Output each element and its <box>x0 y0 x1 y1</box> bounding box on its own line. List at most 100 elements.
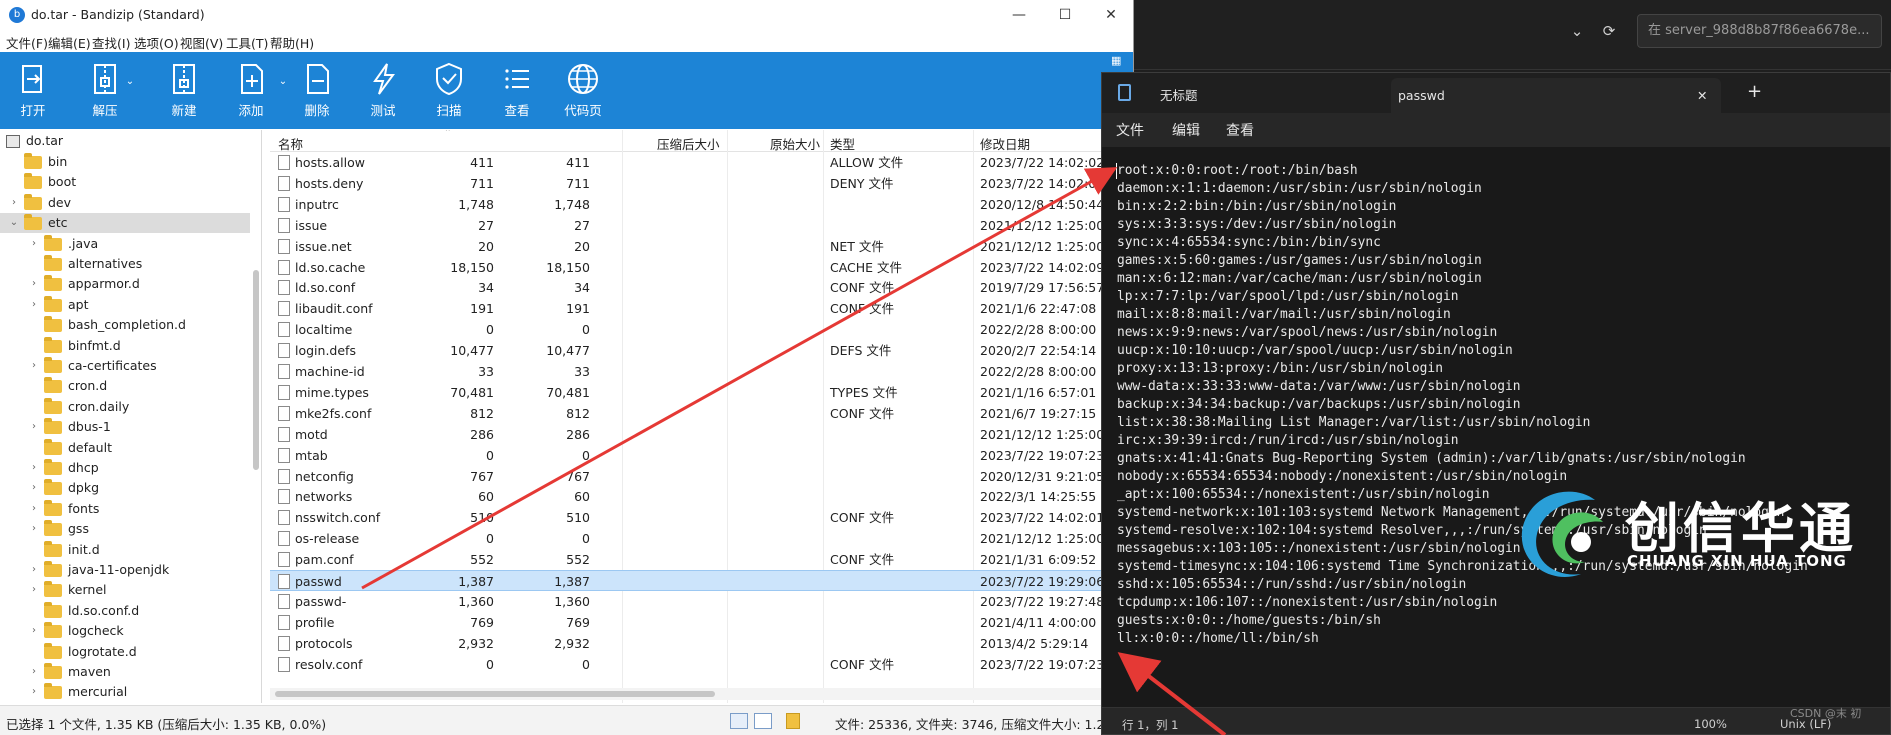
open-dropdown-icon[interactable]: ⌄ <box>123 76 137 87</box>
menu-item[interactable]: 选项(O) <box>134 33 179 52</box>
tree-item-kernel[interactable]: › kernel <box>0 580 250 600</box>
tree-item-binfmt-d[interactable]: binfmt.d <box>0 336 250 356</box>
notepad-menu-item[interactable]: 编辑 <box>1172 120 1200 140</box>
tab-untitled[interactable]: 无标题 <box>1152 78 1282 113</box>
chevron-down-icon[interactable]: ⌄ <box>1566 20 1588 42</box>
column-type[interactable]: 类型 <box>830 134 855 153</box>
toolbar-scan-shield-button[interactable]: 扫描 <box>416 60 482 126</box>
chevron-right-icon[interactable]: › <box>28 458 40 478</box>
tree-item-etc[interactable]: ⌄ etc <box>0 213 250 234</box>
tree-item-apparmor-d[interactable]: › apparmor.d <box>0 274 250 294</box>
tree-item-apt[interactable]: › apt <box>0 295 250 315</box>
tree-item-fonts[interactable]: › fonts <box>0 499 250 519</box>
file-row[interactable]: passwd 1,387 1,387 2023/7/22 19:29:06 <box>270 570 1133 591</box>
toolbar-add-file-button[interactable]: 添加 <box>218 60 284 126</box>
toolbar-codepage-globe-button[interactable]: 代码页 <box>550 60 616 126</box>
file-row[interactable]: protocols 2,932 2,932 2013/4/2 5:29:14 <box>270 633 1133 654</box>
tree-item-boot[interactable]: boot <box>0 172 250 192</box>
file-row[interactable]: nsswitch.conf 510 510 CONF 文件 2023/7/22 14:0… <box>270 507 1133 528</box>
chevron-down-icon[interactable]: ⌄ <box>8 213 20 233</box>
menu-item[interactable]: 视图(V) <box>180 33 223 52</box>
refresh-icon[interactable]: ⟳ <box>1598 20 1620 42</box>
layout-grid-icon[interactable]: ▦ <box>1111 54 1121 67</box>
tree-item-cron-daily[interactable]: cron.daily <box>0 397 250 417</box>
menu-item[interactable]: 编辑(E) <box>48 33 91 52</box>
tree-item-default[interactable]: default <box>0 438 250 458</box>
file-row[interactable]: pam.conf 552 552 CONF 文件 2021/1/31 6:09:52 <box>270 549 1133 570</box>
tree-item-dev[interactable]: › dev <box>0 193 250 213</box>
chevron-right-icon[interactable]: › <box>28 234 40 254</box>
preview-view-icon[interactable] <box>754 713 772 729</box>
chevron-right-icon[interactable]: › <box>28 560 40 580</box>
file-row[interactable]: hosts.allow 411 411 ALLOW 文件 2023/7/22 14:02… <box>270 152 1133 173</box>
tree-item-mercurial[interactable]: › mercurial <box>0 682 250 702</box>
tree-item-bash-completion-d[interactable]: bash_completion.d <box>0 315 250 335</box>
tree-item-dpkg[interactable]: › dpkg <box>0 478 250 498</box>
column-name[interactable]: 名称 <box>278 134 303 153</box>
chevron-right-icon[interactable]: › <box>28 478 40 498</box>
toolbar-view-list-button[interactable]: 查看 <box>484 60 550 126</box>
column-modified[interactable]: 修改日期 <box>980 134 1030 153</box>
tree-item-alternatives[interactable]: alternatives <box>0 254 250 274</box>
chevron-right-icon[interactable]: › <box>28 356 40 376</box>
file-row[interactable]: networks 60 60 2022/3/1 14:25:55 <box>270 486 1133 507</box>
file-row[interactable]: mke2fs.conf 812 812 CONF 文件 2021/6/7 19:27:1… <box>270 403 1133 424</box>
file-row[interactable]: login.defs 10,477 10,477 DEFS 文件 2020/2/7 22… <box>270 340 1133 361</box>
tree-item-ca-certificates[interactable]: › ca-certificates <box>0 356 250 376</box>
toolbar-extract-button[interactable]: 解压 <box>72 60 138 126</box>
file-row[interactable]: mime.types 70,481 70,481 TYPES 文件 2021/1/16 … <box>270 382 1133 403</box>
notepad-menu-item[interactable]: 查看 <box>1226 120 1254 140</box>
tree-item-gss[interactable]: › gss <box>0 519 250 539</box>
tree-item-maven[interactable]: › maven <box>0 662 250 682</box>
file-row[interactable]: ld.so.cache 18,150 18,150 CACHE 文件 2023/7/22… <box>270 257 1133 278</box>
minimize-icon[interactable]: — <box>1005 4 1033 26</box>
tree-item-logcheck[interactable]: › logcheck <box>0 621 250 641</box>
tree-item-bin[interactable]: bin <box>0 152 250 172</box>
file-row[interactable]: localtime 0 0 2022/2/28 8:00:00 <box>270 319 1133 340</box>
text-editor[interactable]: root:x:0:0:root:/root:/bin/bash daemon:x:… <box>1102 147 1890 707</box>
chevron-right-icon[interactable]: › <box>28 621 40 641</box>
file-row[interactable]: issue 27 27 2021/12/12 1:25:00 <box>270 215 1133 236</box>
menu-item[interactable]: 工具(T) <box>226 33 268 52</box>
menu-item[interactable]: 帮助(H) <box>270 33 314 52</box>
chevron-right-icon[interactable]: › <box>8 193 20 213</box>
close-tab-icon[interactable]: ✕ <box>1697 78 1707 113</box>
scrollbar-thumb[interactable] <box>275 691 715 697</box>
folder-view-icon[interactable] <box>786 713 800 729</box>
file-row[interactable]: libaudit.conf 191 191 CONF 文件 2021/1/6 22:47… <box>270 298 1133 319</box>
file-row[interactable]: resolv.conf 0 0 CONF 文件 2023/7/22 19:07:23 <box>270 654 1133 675</box>
file-row[interactable]: ld.so.conf 34 34 CONF 文件 2019/7/29 17:56:57 <box>270 277 1133 298</box>
tree-scrollbar[interactable] <box>253 270 259 470</box>
horizontal-scrollbar[interactable] <box>270 688 1133 700</box>
tab-passwd[interactable]: passwd ✕ <box>1391 78 1721 113</box>
maximize-icon[interactable]: ☐ <box>1051 4 1079 26</box>
tree-item-java-11-openjdk[interactable]: › java-11-openjdk <box>0 560 250 580</box>
extract-dropdown-icon[interactable]: ⌄ <box>276 76 290 87</box>
toolbar-delete-file-button[interactable]: 删除 <box>284 60 350 126</box>
toolbar-test-lightning-button[interactable]: 测试 <box>350 60 416 126</box>
toolbar-new-archive-button[interactable]: 新建 <box>151 60 217 126</box>
tree-item-java[interactable]: › .java <box>0 234 250 254</box>
details-view-icon[interactable] <box>730 713 748 729</box>
file-row[interactable]: inputrc 1,748 1,748 2020/12/8 14:50:44 <box>270 194 1133 215</box>
file-row[interactable]: hosts.deny 711 711 DENY 文件 2023/7/22 14:02:0… <box>270 173 1133 194</box>
file-row[interactable]: issue.net 20 20 NET 文件 2021/12/12 1:25:00 <box>270 236 1133 257</box>
column-compressed[interactable]: 压缩后大小 <box>657 134 720 153</box>
column-original[interactable]: 原始大小 <box>770 134 820 153</box>
tree-item-dhcp[interactable]: › dhcp <box>0 458 250 478</box>
chevron-right-icon[interactable]: › <box>28 417 40 437</box>
new-tab-icon[interactable]: + <box>1747 81 1762 102</box>
menu-item[interactable]: 查找(I) <box>92 33 130 52</box>
tree-item-logrotate-d[interactable]: logrotate.d <box>0 642 250 662</box>
file-row[interactable]: machine-id 33 33 2022/2/28 8:00:00 <box>270 361 1133 382</box>
notepad-menu-item[interactable]: 文件 <box>1116 120 1144 140</box>
close-icon[interactable]: ✕ <box>1097 4 1125 26</box>
chevron-right-icon[interactable]: › <box>28 519 40 539</box>
chevron-right-icon[interactable]: › <box>28 580 40 600</box>
chevron-right-icon[interactable]: › <box>28 274 40 294</box>
tree-root[interactable]: do.tar <box>0 131 250 151</box>
file-row[interactable]: profile 769 769 2021/4/11 4:00:00 <box>270 612 1133 633</box>
chevron-right-icon[interactable]: › <box>28 295 40 315</box>
tree-item-cron-d[interactable]: cron.d <box>0 376 250 396</box>
file-row[interactable]: os-release 0 0 2021/12/12 1:25:00 <box>270 528 1133 549</box>
